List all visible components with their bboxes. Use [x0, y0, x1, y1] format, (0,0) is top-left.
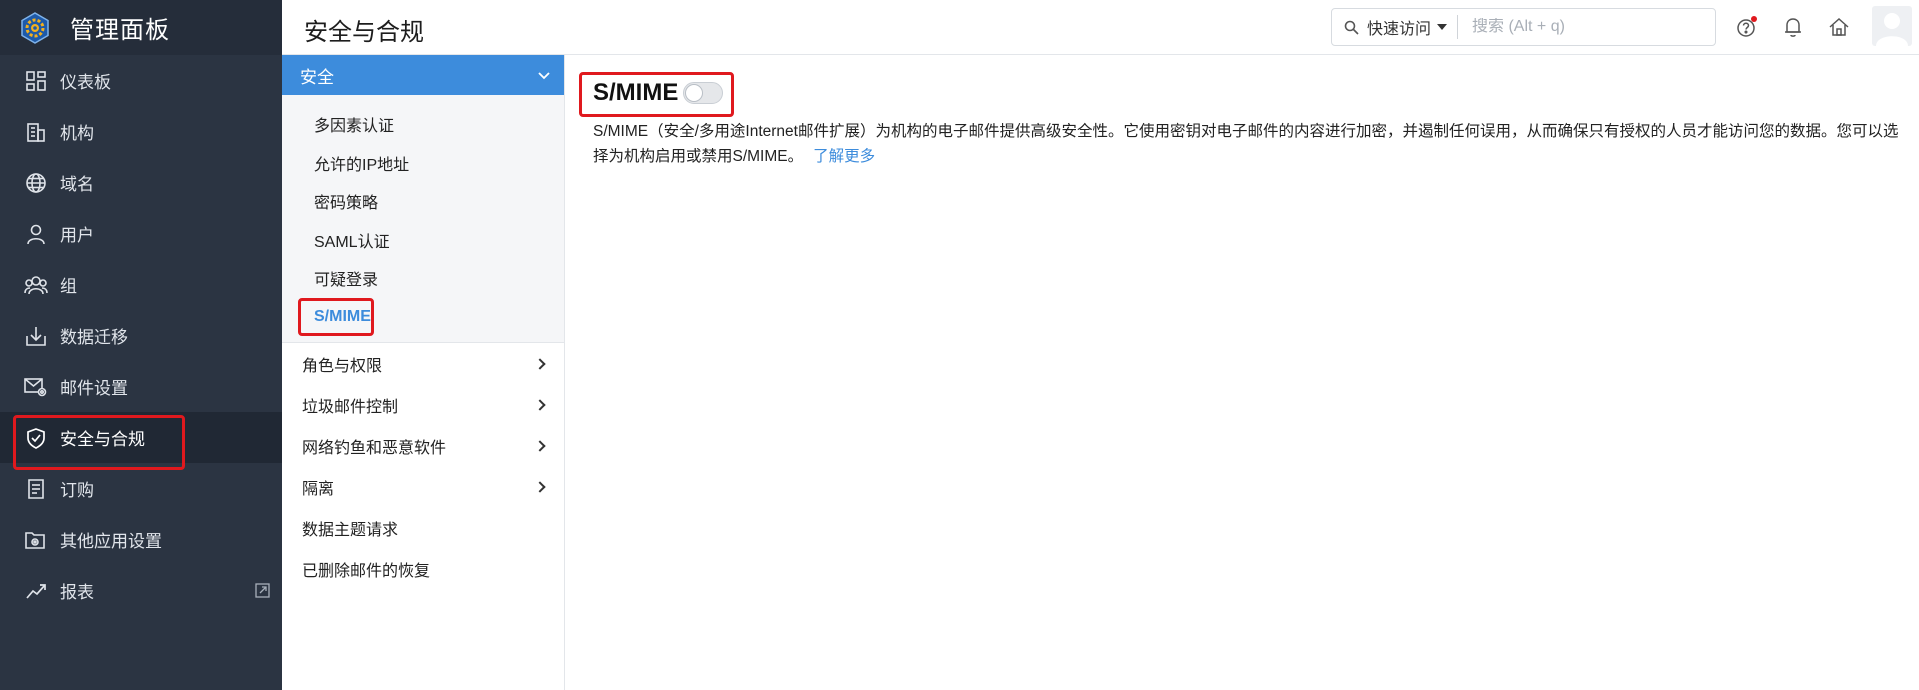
- chevron-right-icon: [534, 357, 546, 370]
- brand-bar: 管理面板: [0, 0, 282, 55]
- sidebar-item-users[interactable]: 用户: [0, 208, 282, 259]
- default-avatar-icon: [1876, 13, 1908, 46]
- submenu-item-saml[interactable]: SAML认证: [282, 221, 564, 260]
- section-items: 多因素认证 允许的IP地址 密码策略 SAML认证 可疑登录 S/MIME: [282, 95, 564, 343]
- sidebar-item-mail-settings[interactable]: 邮件设置: [0, 361, 282, 412]
- sidebar-item-subscription[interactable]: 订购: [0, 463, 282, 514]
- sidebar-nav: 仪表板 机构 域名 用户 组 数据迁移 邮件设置 安全与合规 订购 其他应用设置…: [0, 55, 282, 616]
- chevron-right-icon: [534, 439, 546, 452]
- search-bar: 快速访问: [1331, 8, 1716, 46]
- sidebar-item-label: 机构: [60, 124, 94, 143]
- sidebar-item-label: 安全与合规: [60, 430, 145, 449]
- user-icon: [24, 222, 48, 246]
- sidebar-item-domains[interactable]: 域名: [0, 157, 282, 208]
- sidebar-item-reports[interactable]: 报表: [0, 565, 282, 616]
- sidebar-item-organization[interactable]: 机构: [0, 106, 282, 157]
- top-header: 安全与合规 快速访问: [282, 0, 1919, 55]
- description-text: S/MIME（安全/多用途Internet邮件扩展）为机构的电子邮件提供高级安全…: [593, 123, 1899, 165]
- sidebar-item-label: 订购: [60, 481, 94, 500]
- chevron-right-icon: [534, 480, 546, 493]
- chevron-right-icon: [534, 398, 546, 411]
- caret-down-icon: [1437, 24, 1448, 30]
- group-label: 已删除邮件的恢复: [302, 562, 431, 580]
- submenu-item-suspicious-login[interactable]: 可疑登录: [282, 259, 564, 298]
- notifications-button[interactable]: [1780, 14, 1806, 40]
- smime-toggle[interactable]: [683, 82, 723, 104]
- avatar[interactable]: [1872, 6, 1912, 46]
- trend-icon: [24, 579, 48, 603]
- section-header-security[interactable]: 安全: [282, 55, 564, 95]
- sidebar-item-label: 用户: [60, 226, 94, 245]
- home-button[interactable]: [1826, 14, 1852, 40]
- quick-access-dropdown[interactable]: 快速访问: [1359, 15, 1459, 39]
- sidebar-item-data-migration[interactable]: 数据迁移: [0, 310, 282, 361]
- sidebar-item-label: 其他应用设置: [60, 532, 162, 551]
- learn-more-link[interactable]: 了解更多: [813, 148, 875, 165]
- sidebar-item-label: 邮件设置: [60, 379, 128, 398]
- submenu-item-password-policy[interactable]: 密码策略: [282, 182, 564, 221]
- submenu-group-phishing-malware[interactable]: 网络钓鱼和恶意软件: [282, 425, 564, 466]
- main-content: S/MIME S/MIME（安全/多用途Internet邮件扩展）为机构的电子邮…: [566, 55, 1919, 690]
- sidebar-item-label: 数据迁移: [60, 328, 128, 347]
- building-icon: [24, 120, 48, 144]
- main-sidebar: 管理面板 仪表板 机构 域名 用户 组 数据迁移 邮件设置 安全与合规 订购 其…: [0, 0, 282, 690]
- home-icon: [1829, 17, 1849, 36]
- mail-settings-icon: [24, 375, 48, 399]
- page-title: 安全与合规: [304, 19, 424, 46]
- submenu-item-smime[interactable]: S/MIME: [282, 298, 564, 337]
- dashboard-icon: [24, 69, 48, 93]
- group-label: 数据主题请求: [302, 521, 399, 539]
- group-icon: [24, 273, 48, 297]
- submenu-group-deleted-mail-recovery[interactable]: 已删除邮件的恢复: [282, 548, 564, 589]
- setting-description: S/MIME（安全/多用途Internet邮件扩展）为机构的电子邮件提供高级安全…: [593, 119, 1913, 169]
- help-button[interactable]: [1734, 14, 1760, 40]
- secondary-menu: 安全 多因素认证 允许的IP地址 密码策略 SAML认证 可疑登录 S/MIME…: [282, 55, 565, 690]
- sidebar-item-groups[interactable]: 组: [0, 259, 282, 310]
- search-input[interactable]: [1472, 18, 1693, 36]
- sidebar-item-label: 仪表板: [60, 73, 111, 92]
- receipt-icon: [24, 477, 48, 501]
- setting-title: S/MIME: [593, 79, 679, 106]
- external-link-icon[interactable]: [255, 583, 270, 598]
- help-icon: [1737, 16, 1757, 37]
- submenu-group-data-subject-requests[interactable]: 数据主题请求: [282, 507, 564, 548]
- chevron-down-icon: [538, 65, 550, 85]
- sidebar-item-label: 域名: [60, 175, 94, 194]
- submenu-item-allowed-ips[interactable]: 允许的IP地址: [282, 144, 564, 183]
- group-label: 网络钓鱼和恶意软件: [302, 439, 447, 457]
- submenu-group-roles[interactable]: 角色与权限: [282, 343, 564, 384]
- admin-gear-logo-icon: [18, 11, 52, 45]
- submenu-item-mfa[interactable]: 多因素认证: [282, 105, 564, 144]
- app-title: 管理面板: [70, 17, 170, 44]
- globe-icon: [24, 171, 48, 195]
- group-label: 隔离: [302, 480, 335, 498]
- section-title: 安全: [300, 67, 334, 87]
- submenu-group-spam-control[interactable]: 垃圾邮件控制: [282, 384, 564, 425]
- quick-access-label: 快速访问: [1367, 21, 1432, 38]
- group-label: 垃圾邮件控制: [302, 398, 399, 416]
- search-icon: [1344, 20, 1359, 35]
- shield-check-icon: [24, 426, 48, 450]
- sidebar-item-label: 报表: [60, 583, 94, 602]
- sidebar-item-dashboard[interactable]: 仪表板: [0, 55, 282, 106]
- sidebar-item-label: 组: [60, 277, 77, 296]
- group-label: 角色与权限: [302, 357, 383, 375]
- migration-icon: [24, 324, 48, 348]
- sidebar-item-security-compliance[interactable]: 安全与合规: [0, 412, 282, 463]
- bell-icon: [1785, 18, 1801, 37]
- sidebar-item-other-app-settings[interactable]: 其他应用设置: [0, 514, 282, 565]
- toggle-knob: [685, 84, 703, 102]
- submenu-group-quarantine[interactable]: 隔离: [282, 466, 564, 507]
- apps-settings-icon: [24, 528, 48, 552]
